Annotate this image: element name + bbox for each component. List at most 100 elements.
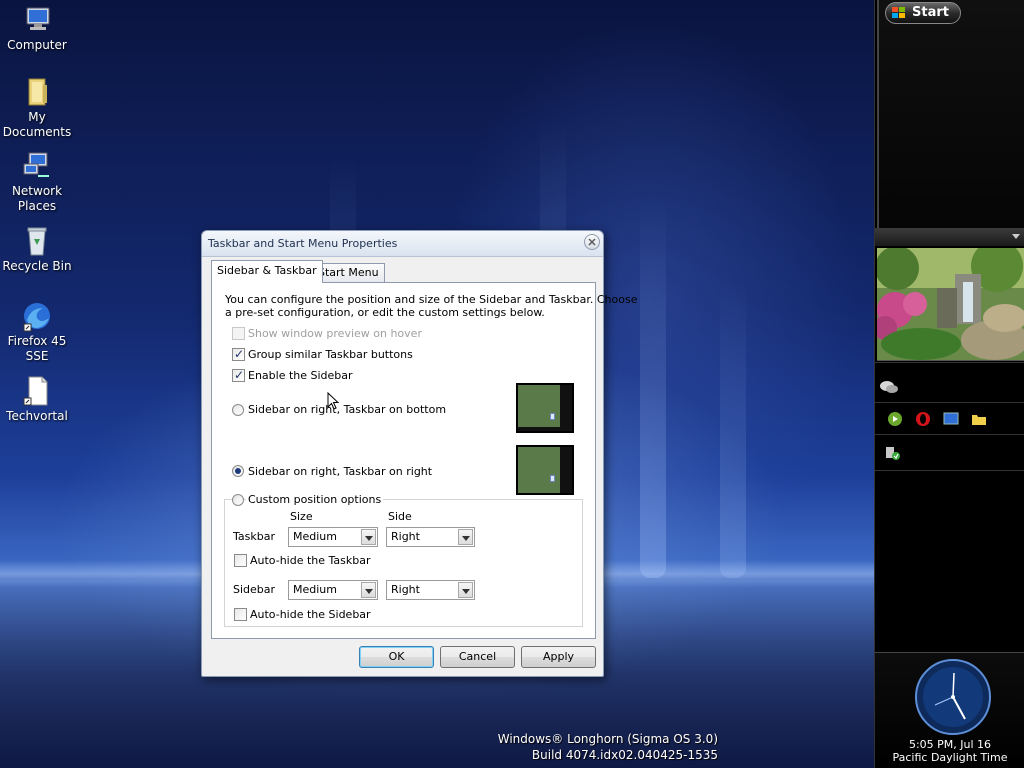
start-area: Start: [877, 0, 1024, 228]
preview-sidebar: [560, 447, 572, 493]
tab-panel-sidebar-taskbar: You can configure the position and size …: [211, 282, 637, 639]
clock-time: 5:05 PM, Jul 16: [908, 738, 992, 751]
sidebar-menu-arrow-icon[interactable]: [1012, 234, 1020, 239]
firefox-icon: [23, 303, 50, 332]
sidebar: Start 5:05 PM, Jul 16 Pacific Daylight T…: [874, 0, 1024, 768]
chevron-down-icon: [458, 582, 473, 598]
side-column-header: Side: [388, 510, 412, 523]
sidebar-side-select[interactable]: Right: [386, 580, 475, 600]
analog-clock-icon: [915, 659, 991, 735]
taskbar-start-menu-properties-dialog: Taskbar and Start Menu Properties Sideba…: [201, 230, 637, 677]
recycle-bin-icon: [27, 227, 47, 256]
sidebar-right-taskbar-bottom-radio[interactable]: [232, 404, 244, 416]
clock-gadget[interactable]: 5:05 PM, Jul 16 Pacific Daylight Time: [875, 652, 1024, 768]
taskbar-size-select[interactable]: Medium: [288, 527, 378, 547]
sidebar-right-taskbar-bottom-label: Sidebar on right, Taskbar on bottom: [248, 403, 447, 416]
desktop-icon-label: Techvortal: [6, 409, 68, 423]
preview-taskbar-right: [516, 445, 574, 495]
sidebar-row-label: Sidebar: [233, 583, 276, 596]
watermark-line1: Windows® Longhorn (Sigma OS 3.0): [497, 732, 718, 746]
folder-shortcut-icon[interactable]: [971, 411, 987, 427]
sidebar-right-taskbar-right-label: Sidebar on right, Taskbar on right: [248, 465, 433, 478]
security-status-icon[interactable]: [885, 445, 901, 461]
desktop-icon-firefox[interactable]: Firefox 45 SSE: [0, 300, 74, 364]
sidebar-size-select[interactable]: Medium: [288, 580, 378, 600]
desktop-icon-label: Recycle Bin: [2, 259, 72, 273]
chevron-down-icon: [361, 582, 376, 598]
opera-icon[interactable]: [915, 411, 931, 427]
quick-launch-gadget: [875, 402, 1024, 434]
custom-position-radio[interactable]: [232, 494, 244, 506]
network-icon: [23, 152, 49, 177]
messenger-gadget[interactable]: [875, 362, 1024, 402]
sidebar-divider: [875, 228, 1024, 246]
taskbar-size-value: Medium: [293, 530, 337, 543]
tray-gadget: [875, 434, 1024, 470]
windows-logo-icon: [892, 7, 905, 18]
slideshow-gadget[interactable]: [877, 248, 1024, 361]
taskbar-side-value: Right: [391, 530, 420, 543]
description-line2: a pre-set configuration, or edit the cus…: [225, 306, 545, 319]
show-preview-checkbox[interactable]: [232, 327, 245, 340]
build-watermark: Windows® Longhorn (Sigma OS 3.0) Build 4…: [498, 731, 718, 763]
dialog-title: Taskbar and Start Menu Properties: [208, 237, 398, 250]
sidebar-empty-area: [875, 470, 1024, 652]
size-column-header: Size: [290, 510, 313, 523]
mouse-pointer-icon: [327, 392, 339, 410]
cancel-button[interactable]: Cancel: [440, 646, 515, 668]
chevron-down-icon: [361, 529, 376, 545]
enable-sidebar-label: Enable the Sidebar: [248, 369, 353, 382]
close-icon: [588, 238, 596, 246]
background-ray: [640, 198, 666, 578]
custom-position-label: Custom position options: [246, 493, 384, 506]
document-icon: [23, 376, 48, 406]
enable-sidebar-checkbox[interactable]: ✓: [232, 368, 245, 382]
chevron-down-icon: [458, 529, 473, 545]
folder-icon: [28, 78, 47, 106]
chat-bubbles-icon: [880, 381, 898, 393]
autohide-taskbar-checkbox[interactable]: [234, 554, 247, 567]
desktop-icon-computer[interactable]: Computer: [0, 4, 74, 53]
start-button[interactable]: Start: [885, 2, 961, 24]
desktop-icon-network-places[interactable]: Network Places: [0, 150, 74, 214]
description-line1: You can configure the position and size …: [225, 293, 638, 306]
autohide-sidebar-checkbox[interactable]: [234, 608, 247, 621]
desktop-icon-label: Firefox 45 SSE: [7, 334, 67, 363]
preview-sidebar: [560, 385, 572, 431]
desktop-icon-label: Computer: [7, 38, 67, 52]
preview-taskbar-bottom: [516, 383, 574, 433]
media-player-icon[interactable]: [887, 411, 903, 427]
custom-position-group: Size Side Taskbar Medium Right Auto-hide…: [224, 499, 583, 627]
ok-button[interactable]: OK: [359, 646, 434, 668]
taskbar-row-label: Taskbar: [233, 530, 275, 543]
close-button[interactable]: [584, 234, 600, 250]
apply-button[interactable]: Apply: [521, 646, 596, 668]
show-preview-label: Show window preview on hover: [248, 327, 422, 340]
group-buttons-label: Group similar Taskbar buttons: [248, 348, 413, 361]
desktop-icon-label: My Documents: [2, 110, 72, 139]
watermark-line2: Build 4074.idx02.040425-1535: [531, 748, 718, 762]
computer-icon: [26, 7, 50, 30]
garden-waterfall-photo: [877, 248, 1024, 360]
sidebar-side-value: Right: [391, 583, 420, 596]
autohide-taskbar-label: Auto-hide the Taskbar: [250, 554, 371, 567]
preview-document-icon: [550, 475, 555, 482]
tab-start-menu[interactable]: Start Menu: [312, 263, 385, 282]
tab-sidebar-taskbar[interactable]: Sidebar & Taskbar: [211, 260, 323, 283]
group-buttons-checkbox[interactable]: ✓: [232, 347, 245, 361]
preview-taskbar: [518, 427, 572, 431]
sidebar-size-value: Medium: [293, 583, 337, 596]
dialog-title-bar[interactable]: Taskbar and Start Menu Properties: [202, 231, 603, 257]
desktop-icon-my-documents[interactable]: My Documents: [0, 76, 74, 140]
start-label: Start: [912, 5, 949, 20]
autohide-sidebar-label: Auto-hide the Sidebar: [250, 608, 371, 621]
desktop-icon-label: Network Places: [11, 184, 63, 213]
desktop-icon-recycle-bin[interactable]: Recycle Bin: [0, 225, 74, 274]
sidebar-right-taskbar-right-radio[interactable]: [232, 465, 244, 477]
preview-document-icon: [550, 413, 555, 420]
desktop-icon-techvortal[interactable]: Techvortal: [0, 375, 74, 424]
taskbar-side-select[interactable]: Right: [386, 527, 475, 547]
clock-time-zone: Pacific Daylight Time: [892, 751, 1008, 764]
background-ray: [720, 278, 746, 578]
desktop-shortcut-icon[interactable]: [943, 411, 959, 427]
